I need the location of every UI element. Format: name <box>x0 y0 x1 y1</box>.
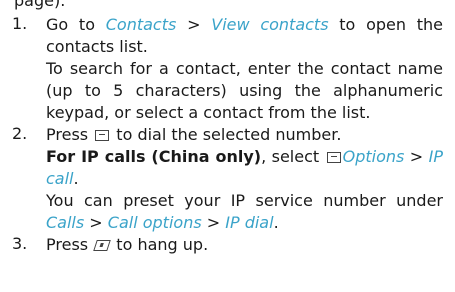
step-number: 3. <box>12 234 28 253</box>
step-paragraph: You can preset your IP service number un… <box>46 190 443 234</box>
text: You can preset your IP service number un… <box>46 191 443 210</box>
text: Press <box>46 125 94 144</box>
separator: > <box>176 15 212 34</box>
dial-key-icon <box>95 130 110 141</box>
list-item: 2. Press to dial the selected number. Fo… <box>0 124 455 234</box>
text: to hang up. <box>111 235 209 254</box>
end-key-icon <box>93 240 111 251</box>
step-paragraph: Press to dial the selected number. <box>46 124 443 146</box>
options-link[interactable]: Options <box>343 147 405 166</box>
list-item: 3. Press to hang up. <box>0 234 455 256</box>
separator: > <box>84 213 108 232</box>
step-number: 2. <box>12 124 28 143</box>
separator: > <box>201 213 226 232</box>
calls-link[interactable]: Calls <box>46 213 84 232</box>
contacts-link[interactable]: Contacts <box>106 15 177 34</box>
step-paragraph: Go to Contacts > View contacts to open t… <box>46 14 443 58</box>
step-paragraph: To search for a contact, enter the conta… <box>46 59 443 122</box>
view-contacts-link[interactable]: View contacts <box>211 15 328 34</box>
text: Press <box>46 235 94 254</box>
page-fragment: page). <box>14 0 66 10</box>
ip-calls-heading: For IP calls (China only) <box>46 147 262 166</box>
list-item: 1. Go to Contacts > View contacts to ope… <box>0 14 455 124</box>
text: to dial the selected number. <box>111 125 342 144</box>
text: . <box>73 169 79 188</box>
step-number: 1. <box>12 14 28 33</box>
text: Go to <box>46 15 106 34</box>
text: , select <box>261 147 325 166</box>
step-paragraph: Press to hang up. <box>46 234 443 256</box>
options-key-icon <box>326 152 341 163</box>
instruction-list: 1. Go to Contacts > View contacts to ope… <box>0 14 455 256</box>
ip-dial-link[interactable]: IP dial <box>225 213 273 232</box>
text: . <box>273 213 279 232</box>
step-paragraph: For IP calls (China only), select Option… <box>46 146 443 190</box>
call-options-link[interactable]: Call options <box>108 213 202 232</box>
separator: > <box>404 147 429 166</box>
